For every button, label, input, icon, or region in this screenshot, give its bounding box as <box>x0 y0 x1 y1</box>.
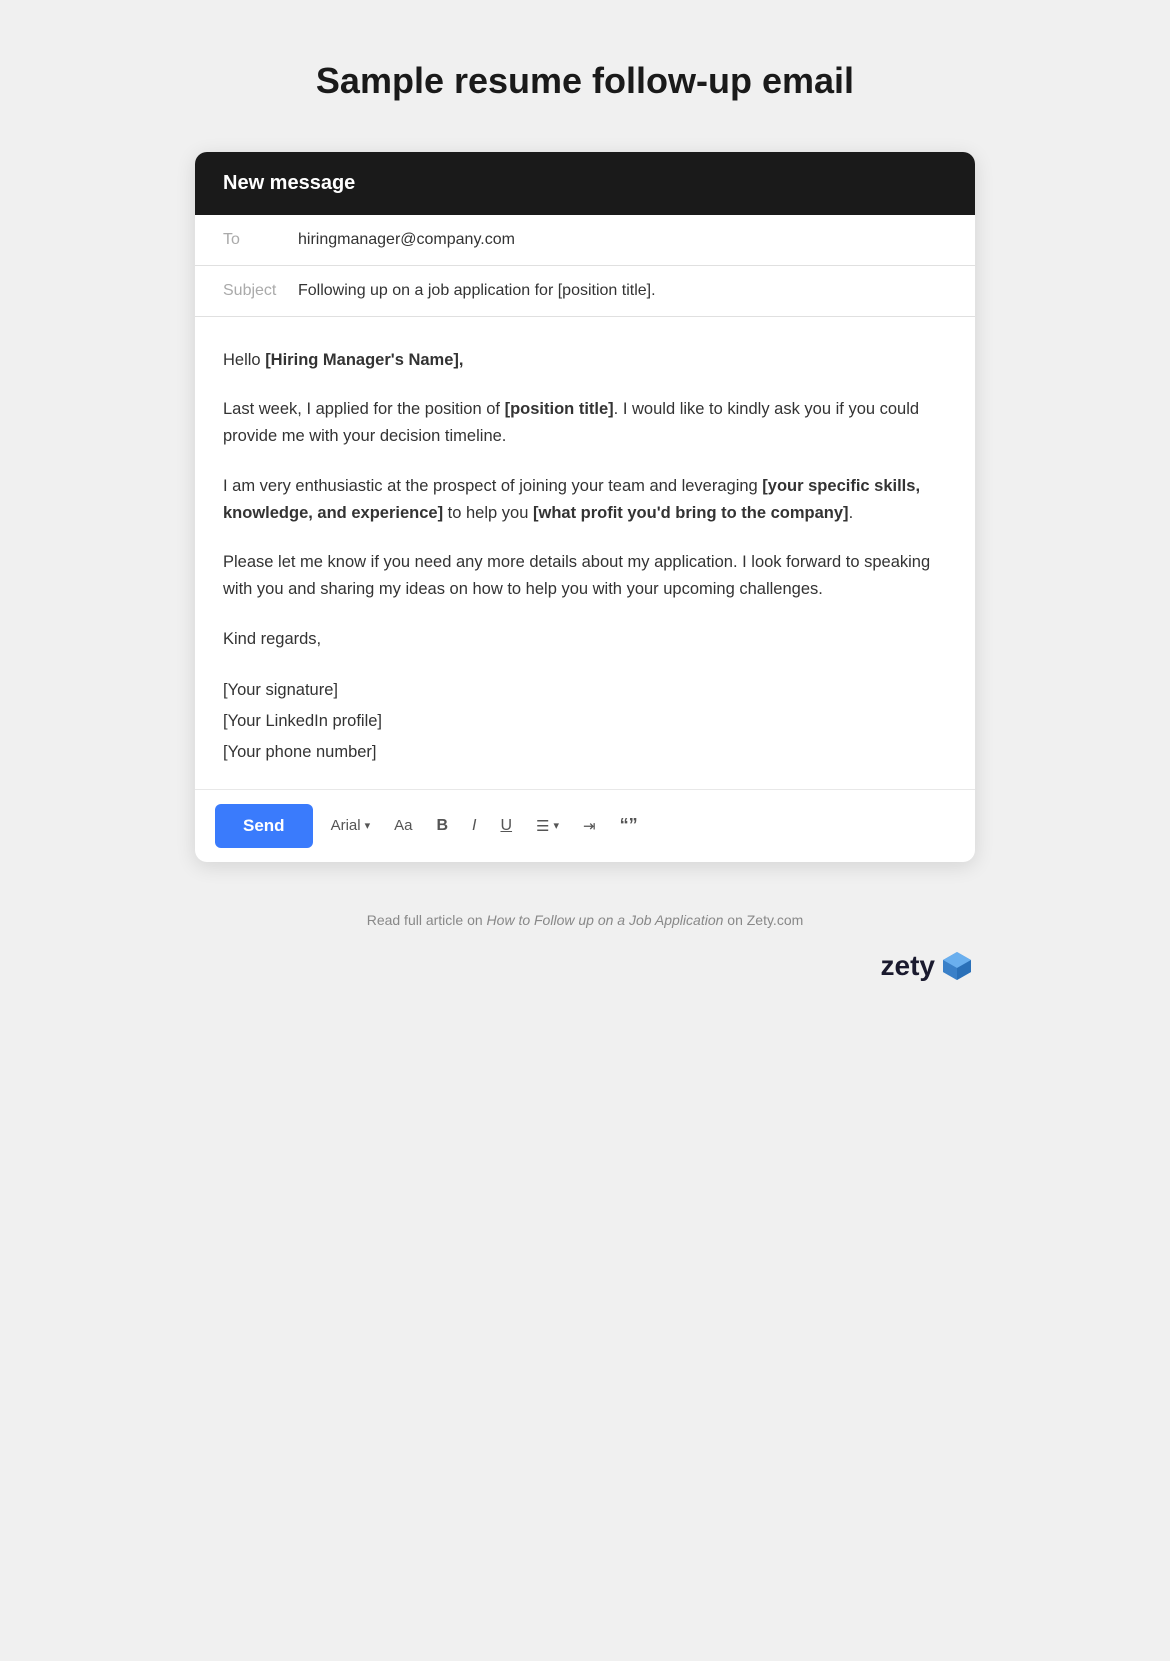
subject-label: Subject <box>223 282 298 300</box>
to-value: hiringmanager@company.com <box>298 231 515 249</box>
closing-text: Kind regards, <box>223 626 947 653</box>
signature-block: [Your signature] [Your LinkedIn profile]… <box>223 675 947 769</box>
email-header: New message <box>195 152 975 215</box>
footer-text: Read full article on How to Follow up on… <box>195 912 975 928</box>
font-family-chevron: ▾ <box>365 819 371 832</box>
subject-value: Following up on a job application for [p… <box>298 282 656 300</box>
quote-button[interactable]: “” <box>614 811 644 840</box>
indent-icon: ⇥ <box>583 817 596 835</box>
brand-name: zety <box>881 950 935 982</box>
to-field[interactable]: To hiringmanager@company.com <box>195 215 975 266</box>
footer-brand: zety <box>195 948 975 984</box>
greeting-paragraph: Hello [Hiring Manager's Name], <box>223 347 947 374</box>
email-header-title: New message <box>223 172 355 194</box>
underline-icon: U <box>500 817 512 835</box>
italic-button[interactable]: I <box>466 813 482 839</box>
greeting-placeholder: [Hiring Manager's Name], <box>265 351 463 369</box>
align-chevron: ▾ <box>554 819 560 832</box>
bold-button[interactable]: B <box>430 813 454 839</box>
send-button[interactable]: Send <box>215 804 313 848</box>
email-toolbar: Send Arial ▾ Aa B I U ☰ ▾ ⇥ “” <box>195 789 975 862</box>
email-card: New message To hiringmanager@company.com… <box>195 152 975 862</box>
footer-text-before: Read full article on <box>367 912 487 928</box>
paragraph-1: Last week, I applied for the position of… <box>223 396 947 450</box>
paragraph-3: Please let me know if you need any more … <box>223 549 947 603</box>
subject-field[interactable]: Subject Following up on a job applicatio… <box>195 266 975 317</box>
bold-icon: B <box>436 817 448 835</box>
para2-before: I am very enthusiastic at the prospect o… <box>223 477 762 495</box>
para2-end: . <box>849 504 854 522</box>
indent-button[interactable]: ⇥ <box>577 813 602 839</box>
font-family-selector[interactable]: Arial ▾ <box>325 813 377 838</box>
para1-placeholder: [position title] <box>505 400 614 418</box>
greeting-text: Hello <box>223 351 265 369</box>
signature-line-2: [Your LinkedIn profile] <box>223 706 947 737</box>
to-label: To <box>223 231 298 249</box>
brand-logo <box>939 948 975 984</box>
page-title: Sample resume follow-up email <box>316 60 854 102</box>
underline-button[interactable]: U <box>494 813 518 839</box>
align-button[interactable]: ☰ ▾ <box>530 813 565 839</box>
paragraph-2: I am very enthusiastic at the prospect o… <box>223 473 947 527</box>
italic-icon: I <box>472 817 476 835</box>
footer-text-after: on Zety.com <box>723 912 803 928</box>
font-family-label: Arial <box>331 817 361 834</box>
signature-line-3: [Your phone number] <box>223 737 947 768</box>
quote-icon: “” <box>620 815 638 836</box>
para1-before: Last week, I applied for the position of <box>223 400 505 418</box>
footer-link[interactable]: How to Follow up on a Job Application <box>487 912 724 928</box>
font-size-label: Aa <box>394 817 412 834</box>
para2-placeholder2: [what profit you'd bring to the company] <box>533 504 849 522</box>
align-icon: ☰ <box>536 817 549 835</box>
signature-line-1: [Your signature] <box>223 675 947 706</box>
font-size-button[interactable]: Aa <box>388 813 418 838</box>
email-body: Hello [Hiring Manager's Name], Last week… <box>195 317 975 789</box>
para2-after: to help you <box>443 504 533 522</box>
